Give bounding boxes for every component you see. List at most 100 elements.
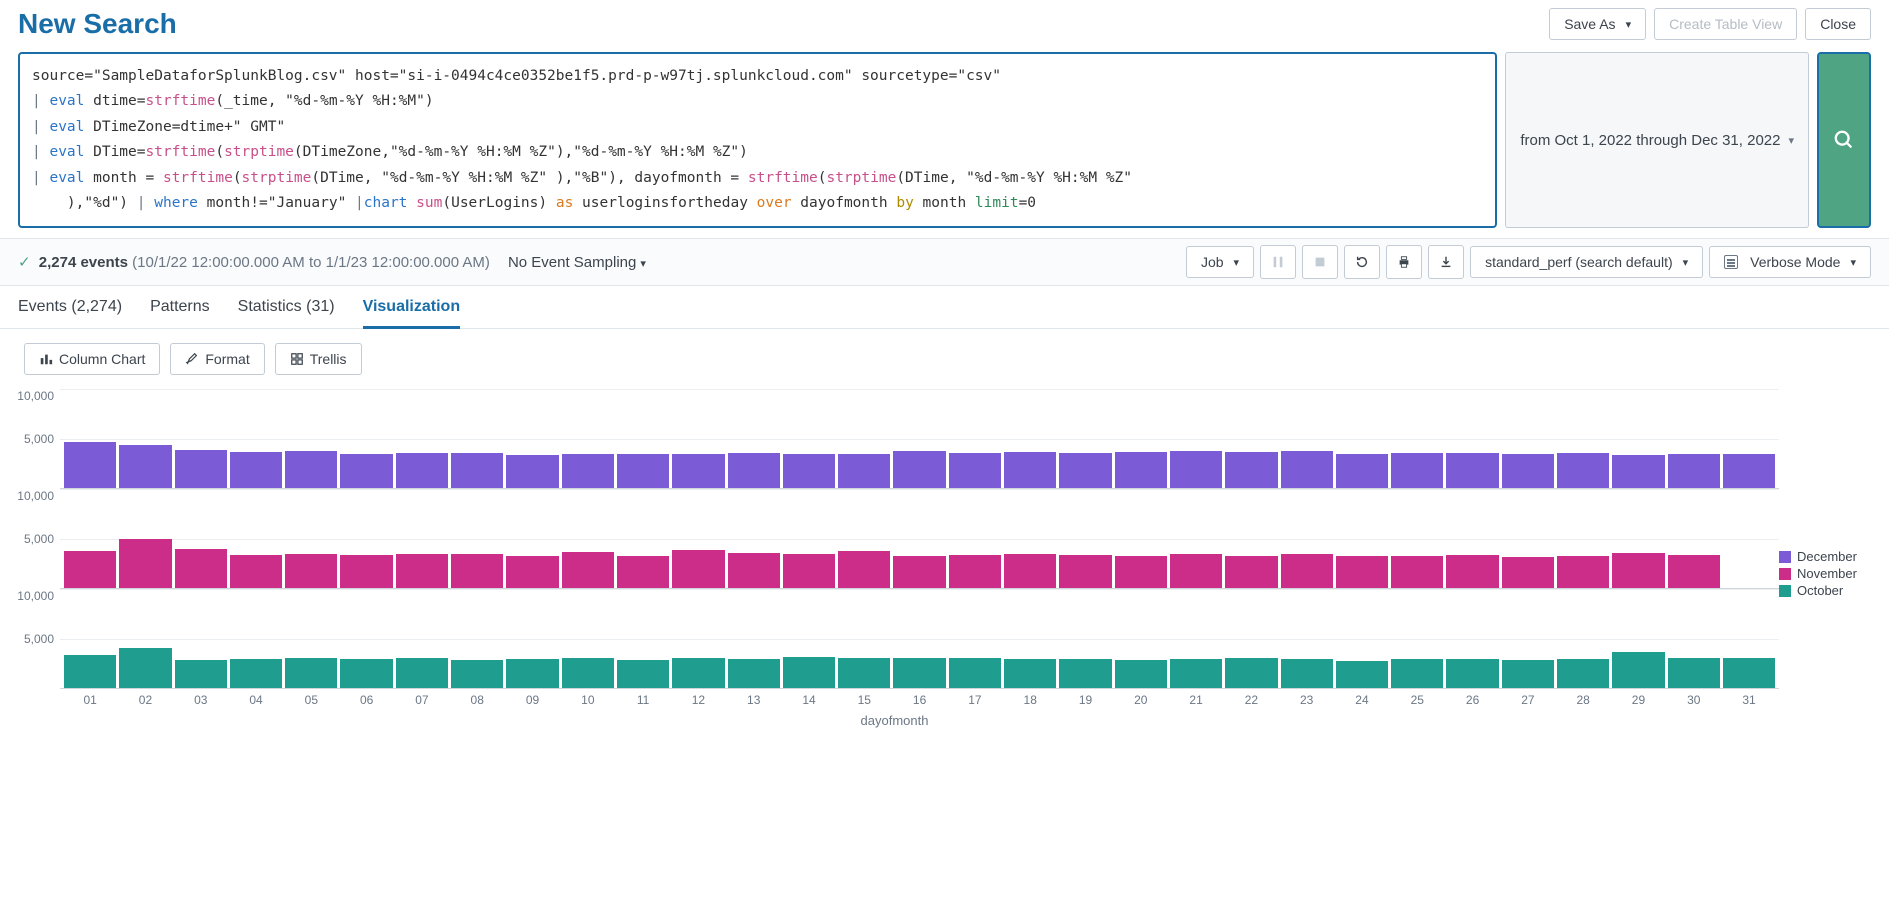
tab-events[interactable]: Events (2,274) xyxy=(18,298,122,328)
chart-bar[interactable] xyxy=(1004,452,1056,489)
chart-bar[interactable] xyxy=(672,658,724,689)
chart-bar[interactable] xyxy=(1115,660,1167,689)
chart-bar[interactable] xyxy=(230,452,282,489)
chart-bar[interactable] xyxy=(1170,659,1222,689)
chart-bar[interactable] xyxy=(1668,658,1720,689)
chart-bar[interactable] xyxy=(285,554,337,589)
chart-bar[interactable] xyxy=(617,454,669,489)
chart-bar[interactable] xyxy=(562,658,614,689)
chart-bar[interactable] xyxy=(949,555,1001,589)
chart-bar[interactable] xyxy=(1502,454,1554,489)
chart-bar[interactable] xyxy=(1004,554,1056,589)
chart-bar[interactable] xyxy=(1170,451,1222,489)
chart-bar[interactable] xyxy=(893,451,945,489)
chart-bar[interactable] xyxy=(396,453,448,489)
chart-bar[interactable] xyxy=(1059,659,1111,689)
export-button[interactable] xyxy=(1428,245,1464,279)
chart-bar[interactable] xyxy=(617,556,669,589)
chart-bar[interactable] xyxy=(175,549,227,589)
chart-bar[interactable] xyxy=(64,655,116,689)
chart-bar[interactable] xyxy=(1612,652,1664,689)
chart-bar[interactable] xyxy=(1336,556,1388,589)
chart-bar[interactable] xyxy=(838,658,890,689)
chart-bar[interactable] xyxy=(451,660,503,689)
chart-bar[interactable] xyxy=(1115,556,1167,589)
chart-bar[interactable] xyxy=(1281,451,1333,489)
chart-bar[interactable] xyxy=(1612,553,1664,589)
chart-bar[interactable] xyxy=(672,454,724,489)
tab-visualization[interactable]: Visualization xyxy=(363,298,461,329)
chart-bar[interactable] xyxy=(119,648,171,689)
chart-bar[interactable] xyxy=(1170,554,1222,589)
chart-bar[interactable] xyxy=(1004,659,1056,689)
chart-bar[interactable] xyxy=(506,659,558,689)
chart-bar[interactable] xyxy=(396,554,448,589)
chart-bar[interactable] xyxy=(728,453,780,489)
chart-bar[interactable] xyxy=(949,658,1001,689)
search-input[interactable]: source="SampleDataforSplunkBlog.csv" hos… xyxy=(18,52,1497,228)
chart-bar[interactable] xyxy=(893,658,945,689)
chart-bar[interactable] xyxy=(1391,556,1443,589)
chart-bar[interactable] xyxy=(1391,453,1443,489)
chart-bar[interactable] xyxy=(1446,659,1498,689)
chart-bar[interactable] xyxy=(506,556,558,589)
chart-bar[interactable] xyxy=(1059,453,1111,489)
chart-bar[interactable] xyxy=(1668,555,1720,589)
reload-button[interactable] xyxy=(1344,245,1380,279)
legend-item-november[interactable]: November xyxy=(1779,566,1879,581)
chart-bar[interactable] xyxy=(1115,452,1167,489)
chart-bar[interactable] xyxy=(1059,555,1111,589)
chart-bar[interactable] xyxy=(728,553,780,589)
chart-bar[interactable] xyxy=(340,659,392,689)
chart-bar[interactable] xyxy=(562,552,614,589)
chart-bar[interactable] xyxy=(1281,554,1333,589)
print-button[interactable] xyxy=(1386,245,1422,279)
chart-bar[interactable] xyxy=(64,442,116,489)
chart-bar[interactable] xyxy=(783,657,835,689)
chart-bar[interactable] xyxy=(396,658,448,689)
chart-bar[interactable] xyxy=(1336,454,1388,489)
chart-bar[interactable] xyxy=(1225,452,1277,489)
chart-bar[interactable] xyxy=(1723,658,1775,689)
chart-bar[interactable] xyxy=(783,554,835,589)
chart-bar[interactable] xyxy=(1225,658,1277,689)
chart-bar[interactable] xyxy=(451,554,503,589)
chart-bar[interactable] xyxy=(506,455,558,489)
event-sampling-dropdown[interactable]: No Event Sampling xyxy=(508,254,646,271)
search-mode-profile-dropdown[interactable]: standard_perf (search default) xyxy=(1470,246,1703,278)
chart-bar[interactable] xyxy=(1502,660,1554,689)
chart-bar[interactable] xyxy=(1336,661,1388,689)
chart-bar[interactable] xyxy=(64,551,116,589)
legend-item-december[interactable]: December xyxy=(1779,549,1879,564)
chart-bar[interactable] xyxy=(1557,659,1609,689)
chart-type-button[interactable]: Column Chart xyxy=(24,343,160,375)
chart-bar[interactable] xyxy=(1446,453,1498,489)
tab-patterns[interactable]: Patterns xyxy=(150,298,210,328)
save-as-button[interactable]: Save As xyxy=(1549,8,1646,40)
trellis-button[interactable]: Trellis xyxy=(275,343,362,375)
chart-bar[interactable] xyxy=(285,451,337,489)
chart-bar[interactable] xyxy=(451,453,503,489)
chart-bar[interactable] xyxy=(119,539,171,589)
chart-bar[interactable] xyxy=(119,445,171,489)
chart-bar[interactable] xyxy=(1391,659,1443,689)
format-button[interactable]: Format xyxy=(170,343,264,375)
chart-bar[interactable] xyxy=(175,660,227,689)
chart-bar[interactable] xyxy=(285,658,337,689)
chart-bar[interactable] xyxy=(949,453,1001,489)
chart-bar[interactable] xyxy=(1723,454,1775,489)
chart-bar[interactable] xyxy=(1281,659,1333,689)
chart-bar[interactable] xyxy=(340,555,392,589)
chart-bar[interactable] xyxy=(1557,556,1609,589)
search-mode-dropdown[interactable]: Verbose Mode xyxy=(1709,246,1871,278)
chart-bar[interactable] xyxy=(617,660,669,689)
chart-bar[interactable] xyxy=(562,454,614,489)
chart-bar[interactable] xyxy=(1668,454,1720,489)
job-menu[interactable]: Job xyxy=(1186,246,1254,278)
chart-bar[interactable] xyxy=(838,454,890,489)
chart-bar[interactable] xyxy=(230,555,282,589)
chart-bar[interactable] xyxy=(838,551,890,589)
chart-bar[interactable] xyxy=(1225,556,1277,589)
chart-bar[interactable] xyxy=(672,550,724,589)
run-search-button[interactable] xyxy=(1817,52,1871,228)
